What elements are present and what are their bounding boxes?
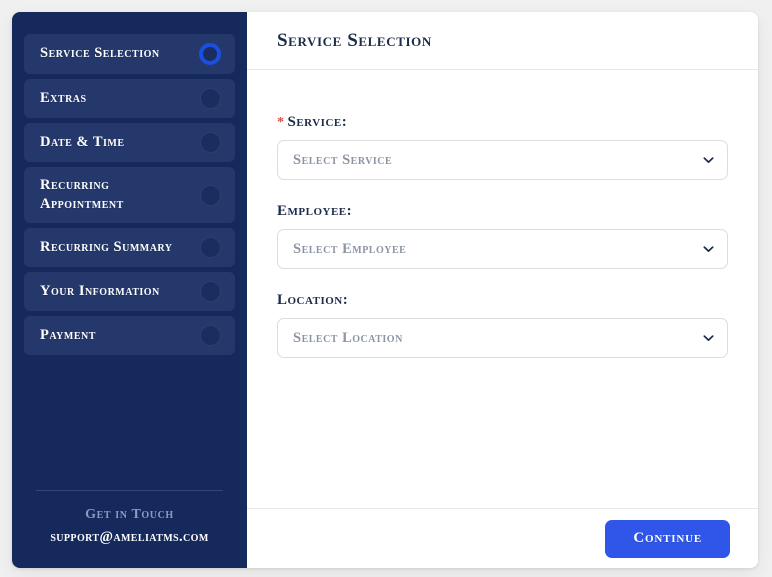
wizard-main-panel: Service Selection * Service: Select Servi… (247, 12, 758, 568)
field-label-service: * Service: (277, 114, 728, 131)
chevron-down-icon (703, 155, 714, 166)
step-indicator-icon (200, 325, 221, 347)
employee-select-value: Select Employee (293, 240, 407, 257)
step-list: Service Selection Extras Date & Time Rec… (24, 34, 235, 356)
sidebar-item-recurring-summary[interactable]: Recurring Summary (24, 228, 235, 268)
step-label: Payment (40, 327, 96, 344)
step-indicator-icon (200, 88, 221, 109)
sidebar-item-your-information[interactable]: Your Information (24, 272, 235, 312)
location-select-value: Select Location (293, 329, 403, 346)
chevron-down-icon (703, 333, 714, 344)
footer-divider (36, 490, 223, 491)
sidebar-item-extras[interactable]: Extras (24, 79, 235, 118)
field-location: Location: Select Location (277, 292, 728, 358)
field-label-employee: Employee: (277, 203, 728, 220)
field-employee: Employee: Select Employee (277, 203, 728, 269)
main-header: Service Selection (247, 12, 758, 70)
field-label-location: Location: (277, 292, 728, 309)
step-label: Recurring Appointment (40, 177, 124, 213)
service-selection-form: * Service: Select Service Employee: Selec… (247, 70, 758, 508)
step-label: Service Selection (40, 45, 160, 62)
employee-select[interactable]: Select Employee (277, 229, 728, 269)
step-label: Recurring Summary (40, 239, 173, 256)
chevron-down-icon (703, 244, 714, 255)
wizard-sidebar: Service Selection Extras Date & Time Rec… (12, 12, 247, 568)
support-email-link[interactable]: support@ameliatms.com (28, 529, 231, 546)
step-indicator-icon (200, 281, 221, 303)
sidebar-item-recurring-appointment[interactable]: Recurring Appointment (24, 167, 235, 224)
step-indicator-icon (200, 237, 221, 259)
sidebar-item-service-selection[interactable]: Service Selection (24, 34, 235, 74)
step-label: Your Information (40, 283, 160, 300)
get-in-touch-heading: Get in Touch (85, 507, 174, 522)
location-select[interactable]: Select Location (277, 318, 728, 358)
step-indicator-icon (200, 132, 221, 153)
field-service: * Service: Select Service (277, 114, 728, 180)
step-label: Date & Time (40, 133, 125, 150)
field-label-text: Employee: (277, 203, 353, 219)
field-label-text: Service: (287, 114, 348, 130)
field-label-text: Location: (277, 292, 349, 308)
continue-button[interactable]: Continue (605, 519, 730, 558)
step-indicator-icon (200, 184, 221, 206)
service-select-value: Select Service (293, 151, 393, 168)
step-indicator-active-icon (199, 43, 221, 65)
service-select[interactable]: Select Service (277, 140, 728, 180)
required-asterisk-icon: * (277, 115, 285, 130)
main-footer: Continue (247, 508, 758, 568)
booking-wizard-card: Service Selection Extras Date & Time Rec… (12, 12, 758, 568)
step-label: Extras (40, 89, 87, 106)
sidebar-footer: Get in Touch support@ameliatms.com (24, 490, 235, 568)
page-title: Service Selection (277, 29, 432, 51)
sidebar-item-payment[interactable]: Payment (24, 316, 235, 356)
sidebar-item-date-and-time[interactable]: Date & Time (24, 123, 235, 162)
